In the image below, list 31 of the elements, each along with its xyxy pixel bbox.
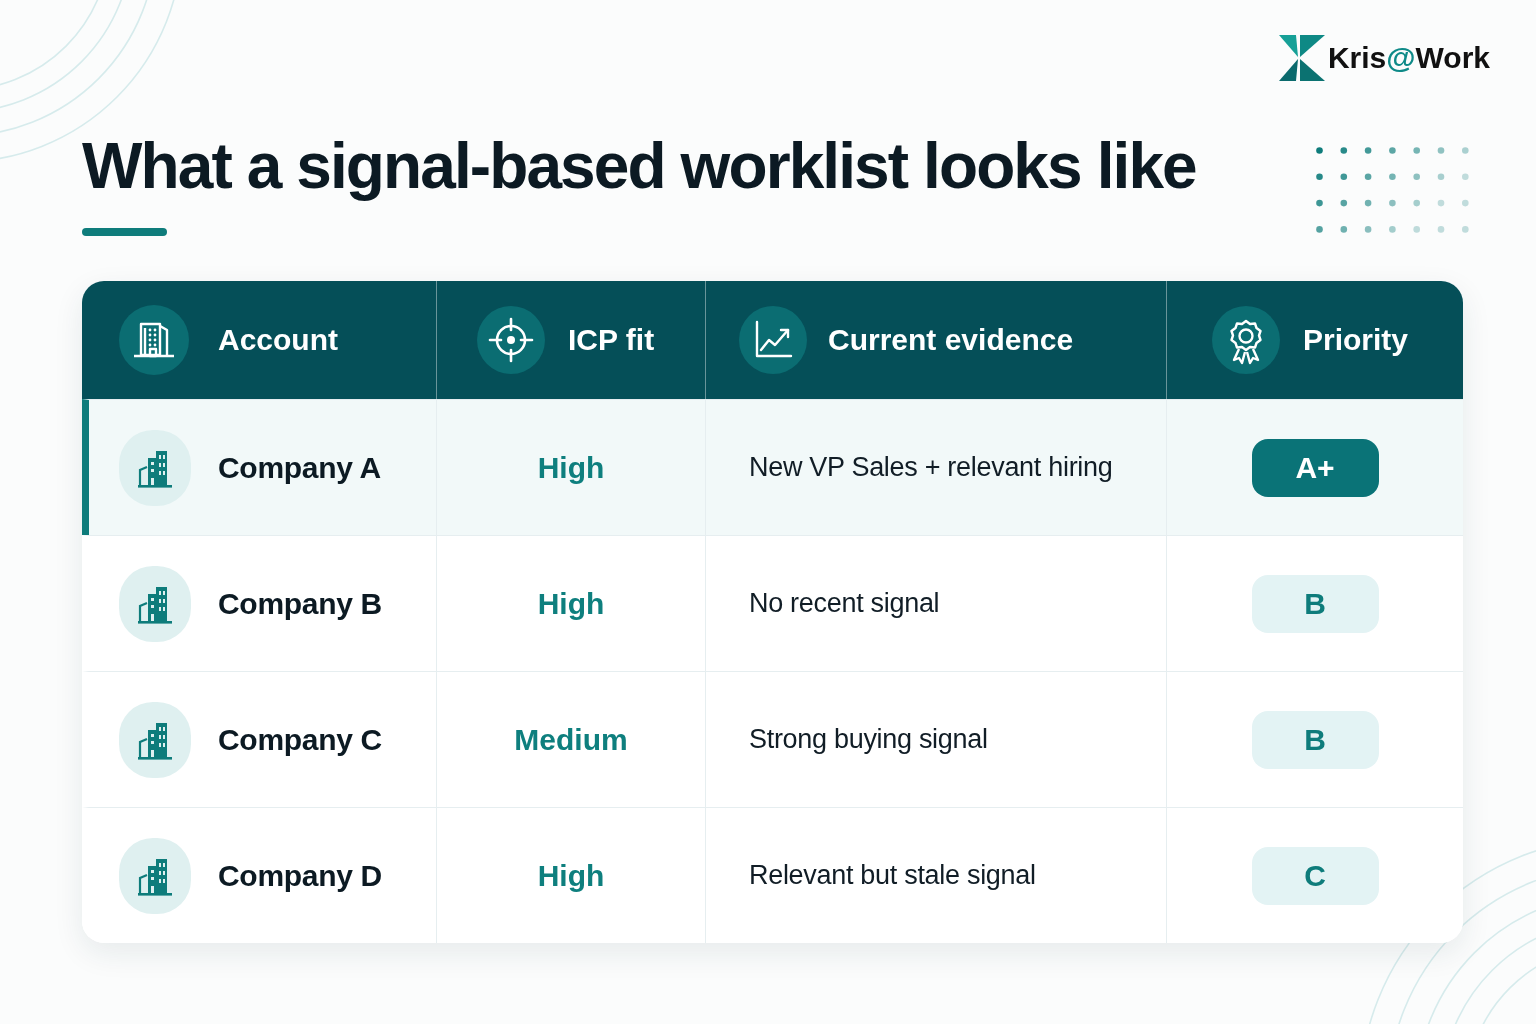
table-row[interactable]: Company A High New VP Sales + relevant hiring A+: [82, 399, 1463, 535]
icp-fit-value: High: [537, 586, 605, 621]
account-name: Company A: [218, 450, 381, 485]
account-name: Company B: [218, 586, 382, 621]
icp-fit-value: High: [537, 450, 605, 485]
evidence-text: New VP Sales + relevant hiring: [749, 452, 1113, 483]
page-title: What a signal-based worklist looks like: [82, 130, 1196, 202]
evidence-text: No recent signal: [749, 588, 940, 619]
brand-name: Kris@Work: [1327, 40, 1490, 76]
icp-fit-value: Medium: [514, 722, 628, 757]
priority-badge: C: [1251, 846, 1379, 905]
award-ribbon-icon: [1212, 306, 1280, 374]
column-header: Current evidence: [828, 323, 1074, 357]
logo-icon: [1278, 35, 1325, 81]
priority-badge: B: [1251, 574, 1379, 633]
priority-badge: A+: [1251, 438, 1379, 497]
priority-badge: B: [1251, 710, 1379, 769]
icp-fit-value: High: [537, 858, 605, 893]
account-name: Company D: [218, 858, 382, 893]
column-header: Account: [218, 323, 338, 357]
evidence-text: Relevant but stale signal: [749, 860, 1036, 891]
table-row[interactable]: Company C Medium Strong buying signal B: [82, 671, 1463, 807]
evidence-text: Strong buying signal: [749, 724, 988, 755]
crosshair-icon: [477, 306, 545, 374]
table-row[interactable]: Company D High Relevant but stale signal C: [82, 807, 1463, 943]
column-header: Priority: [1303, 323, 1409, 357]
building-icon: [119, 305, 189, 375]
column-header: ICP fit: [568, 323, 655, 357]
table-row[interactable]: Company B High No recent signal B: [82, 535, 1463, 671]
account-name: Company C: [218, 722, 382, 757]
line-chart-icon: [739, 306, 807, 374]
